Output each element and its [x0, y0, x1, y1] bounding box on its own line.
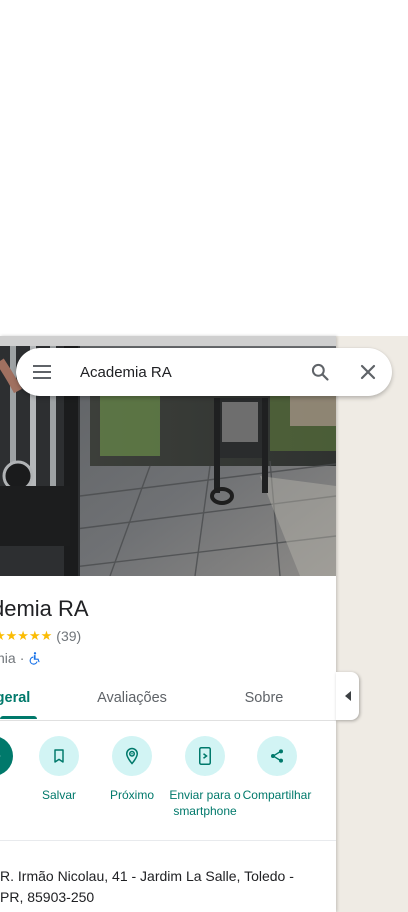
share-label: Compartilhar — [242, 788, 312, 802]
place-title: demia RA — [0, 596, 89, 621]
action-buttons: s Salvar Próximo Enviar para o smartphon… — [0, 736, 336, 840]
clear-search-button[interactable] — [344, 348, 392, 396]
rating-stars: ★★★★★ — [0, 628, 53, 643]
nearby-icon[interactable] — [112, 736, 152, 776]
blank-area — [0, 0, 408, 336]
save-label: Salvar — [41, 788, 76, 802]
save-button[interactable]: Salvar — [19, 736, 99, 803]
category-separator: · — [19, 650, 25, 666]
category-row: nia · — [0, 650, 42, 666]
wheelchair-accessible-icon — [28, 651, 42, 665]
active-tab-indicator — [0, 716, 37, 719]
chevron-left-icon — [344, 691, 351, 701]
search-box — [16, 348, 392, 396]
tab-about[interactable]: Sobre — [230, 676, 298, 720]
rating-row[interactable]: ★★★★★ (39) — [0, 628, 81, 644]
nearby-button[interactable]: Próximo — [92, 736, 172, 803]
tab-reviews[interactable]: Avaliações — [84, 676, 180, 720]
menu-button[interactable] — [16, 348, 68, 396]
review-count[interactable]: (39) — [56, 628, 81, 644]
search-icon — [311, 363, 329, 381]
menu-icon — [33, 365, 51, 379]
collapse-panel-button[interactable] — [336, 672, 359, 720]
search-button[interactable] — [296, 348, 344, 396]
close-icon — [360, 364, 376, 380]
send-to-phone-label: Enviar para o smartphone — [169, 788, 241, 818]
tab-overview[interactable]: geral — [0, 676, 38, 720]
send-to-phone-icon[interactable] — [185, 736, 225, 776]
nearby-label: Próximo — [109, 788, 154, 802]
bookmark-icon[interactable] — [39, 736, 79, 776]
search-input[interactable] — [68, 348, 296, 396]
share-icon[interactable] — [257, 736, 297, 776]
directions-icon[interactable] — [0, 736, 13, 776]
place-address[interactable]: R. Irmão Nicolau, 41 - Jardim La Salle, … — [0, 866, 310, 908]
section-divider — [0, 840, 336, 841]
place-tabs: geral Avaliações Sobre — [0, 676, 336, 721]
share-button[interactable]: Compartilhar — [237, 736, 317, 803]
map-canvas[interactable] — [336, 336, 408, 912]
send-to-phone-button[interactable]: Enviar para o smartphone — [165, 736, 245, 819]
place-panel: demia RA ★★★★★ (39) nia · geral Avaliaçõ… — [0, 336, 336, 912]
place-category[interactable]: nia — [0, 650, 16, 666]
